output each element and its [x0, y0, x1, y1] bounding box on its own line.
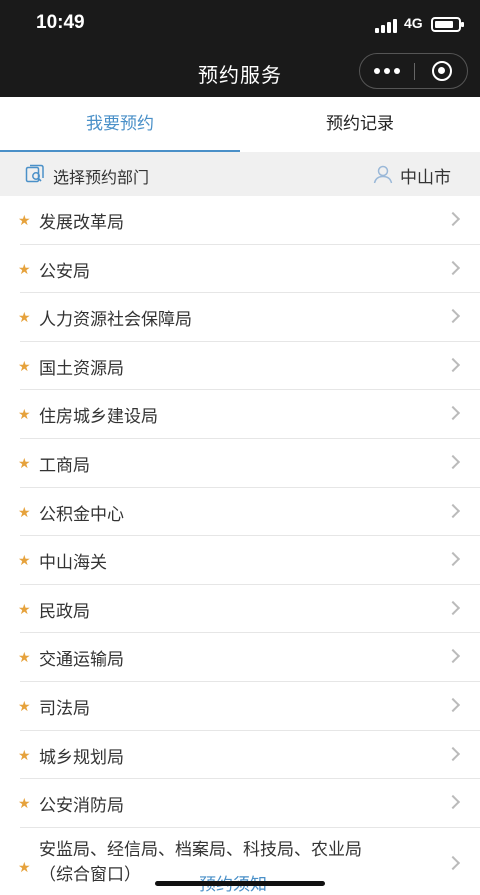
capsule-divider: [414, 63, 415, 80]
chevron-right-icon: [445, 746, 461, 761]
department-name: 中山海关: [39, 553, 107, 574]
department-item[interactable]: ★ 城乡规划局: [0, 731, 480, 780]
tab-appointment-records[interactable]: 预约记录: [240, 97, 480, 152]
department-item[interactable]: ★ 交通运输局: [0, 633, 480, 682]
signal-icon: [375, 17, 399, 33]
star-icon: ★: [18, 796, 31, 813]
chevron-right-icon: [445, 454, 461, 470]
chevron-right-icon: [445, 552, 461, 567]
filter-bar: 选择预约部门 中山市: [0, 152, 480, 196]
department-name: 公安局: [39, 261, 90, 282]
chevron-right-icon: [445, 600, 461, 615]
location-selector[interactable]: 中山市: [400, 163, 451, 188]
department-item[interactable]: ★ 工商局: [0, 439, 480, 488]
department-list: ★ 发展改革局 ★ 公安局 ★ 人力资源社会保障局 ★ 国土资源局 ★ 住房城乡…: [0, 196, 480, 895]
home-indicator: [155, 881, 325, 886]
department-item[interactable]: ★ 公积金中心: [0, 488, 480, 537]
star-icon: ★: [18, 601, 31, 618]
department-item[interactable]: ★ 国土资源局: [0, 342, 480, 391]
department-item[interactable]: ★ 司法局: [0, 682, 480, 731]
department-name: 人力资源社会保障局: [39, 310, 192, 331]
department-item[interactable]: ★ 发展改革局: [0, 196, 480, 245]
chevron-right-icon: [445, 357, 461, 372]
department-name: 公积金中心: [39, 504, 124, 525]
tab-make-appointment[interactable]: 我要预约: [0, 97, 240, 152]
department-select-icon: [25, 164, 44, 183]
star-icon: ★: [18, 455, 31, 472]
department-name: 司法局: [39, 698, 90, 719]
star-icon: ★: [18, 213, 31, 229]
department-item[interactable]: ★ 民政局: [0, 585, 480, 634]
star-icon: ★: [18, 698, 31, 715]
star-icon: ★: [18, 859, 31, 876]
department-item[interactable]: ★ 住房城乡建设局: [0, 390, 480, 439]
star-icon: ★: [18, 407, 31, 424]
department-item[interactable]: ★ 人力资源社会保障局: [0, 293, 480, 342]
chevron-right-icon: [445, 697, 461, 713]
location-icon: [373, 165, 393, 184]
chevron-right-icon: [445, 855, 461, 870]
battery-icon: [431, 17, 464, 32]
department-name-line: 安监局、经信局、档案局、科技局、农业局: [39, 839, 362, 860]
star-icon: ★: [18, 650, 31, 667]
network-label: 4G: [404, 15, 423, 31]
department-item[interactable]: ★ 公安局: [0, 245, 480, 294]
department-name: 民政局: [39, 601, 90, 622]
department-name: 国土资源局: [39, 358, 124, 379]
department-name: 发展改革局: [39, 213, 124, 233]
status-time: 10:49: [36, 12, 85, 33]
chevron-right-icon: [445, 211, 461, 227]
star-icon: ★: [18, 358, 31, 375]
close-miniprogram-icon[interactable]: [432, 61, 452, 81]
department-select-label[interactable]: 选择预约部门: [53, 164, 149, 188]
chevron-right-icon: [445, 406, 461, 421]
more-icon[interactable]: [360, 54, 414, 88]
chevron-right-icon: [445, 260, 461, 275]
status-bar: 10:49 4G: [0, 0, 480, 50]
star-icon: ★: [18, 747, 31, 764]
nav-bar: 预约服务: [0, 50, 480, 97]
star-icon: ★: [18, 504, 31, 521]
chevron-right-icon: [445, 309, 461, 324]
tab-bar: 我要预约 预约记录: [0, 97, 480, 152]
department-name: 公安消防局: [39, 796, 124, 817]
chevron-right-icon: [445, 795, 461, 810]
chevron-right-icon: [445, 503, 461, 518]
chevron-right-icon: [445, 649, 461, 664]
department-name: 工商局: [39, 455, 90, 476]
department-name: 住房城乡建设局: [39, 407, 158, 428]
department-item[interactable]: ★ 公安消防局: [0, 779, 480, 828]
star-icon: ★: [18, 553, 31, 570]
department-name: 交通运输局: [39, 650, 124, 671]
department-name: 城乡规划局: [39, 747, 124, 768]
miniprogram-capsule: [359, 53, 468, 89]
star-icon: ★: [18, 310, 31, 327]
department-item[interactable]: ★ 中山海关: [0, 536, 480, 585]
star-icon: ★: [18, 261, 31, 278]
